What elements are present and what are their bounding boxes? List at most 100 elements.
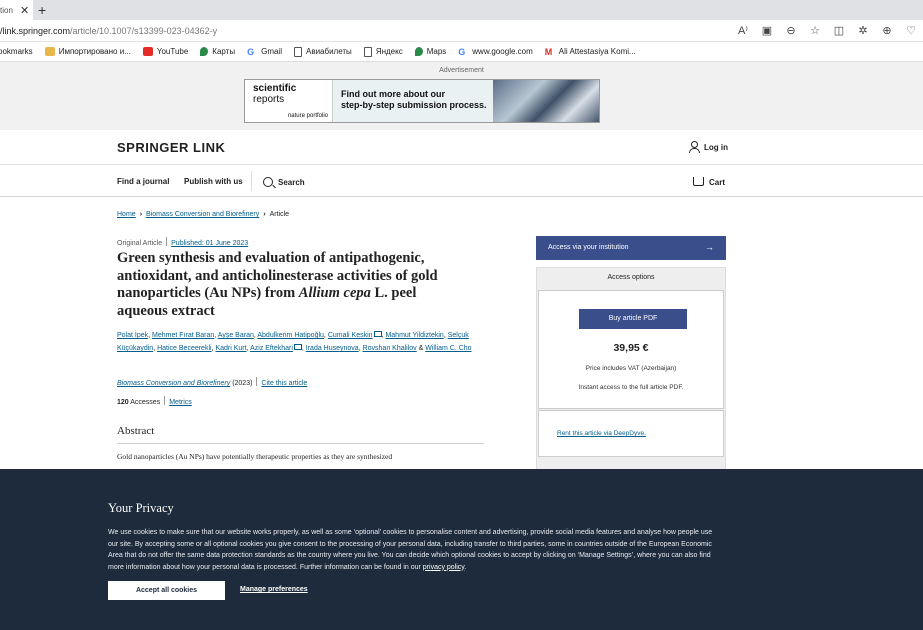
immersive-reader-icon[interactable]: ▣ [755, 22, 779, 40]
ad-label: Advertisement [439, 67, 484, 74]
url-text[interactable]: /link.springer.com/article/10.1007/s1339… [0, 26, 217, 36]
author-link[interactable]: Abdulkerim Hatipoğlu [257, 332, 324, 339]
author-link[interactable]: Hatice Beceerekli [157, 345, 211, 352]
privacy-heading: Your Privacy [108, 501, 174, 515]
author-list: Polat İpek, Mehmet Fırat Baran, Ayşe Bar… [117, 331, 472, 352]
gmail-icon: M [544, 46, 553, 57]
bookmark-item[interactable]: Авиабилеты [293, 46, 352, 57]
nav-divider [251, 171, 252, 191]
author-link[interactable]: Rovshan Khalilov [363, 345, 417, 352]
youtube-icon [142, 47, 153, 56]
abstract-divider [117, 443, 484, 444]
article-type: Original Article [117, 240, 163, 247]
publication-year: (2023) [232, 380, 253, 387]
chevron-right-icon: › [263, 211, 266, 218]
author-link[interactable]: Ayşe Baran [218, 332, 254, 339]
google-icon: G [247, 46, 255, 57]
access-options-panel: Access options Buy article PDF 39,95 € P… [536, 267, 726, 477]
cite-article-link[interactable]: Cite this article [261, 380, 307, 387]
login-link[interactable]: Log in [688, 141, 728, 153]
ad-headline: Find out more about our step-by-step sub… [333, 80, 493, 122]
author-link[interactable]: William C. Cho [425, 345, 471, 352]
ad-publisher: nature portfolio [287, 113, 328, 119]
springer-link-logo[interactable]: SPRINGER LINK [117, 140, 225, 155]
breadcrumb-journal[interactable]: Biomass Conversion and Biorefinery [146, 211, 259, 218]
article-meta: Original Article Published: 01 June 2023 [117, 237, 248, 247]
accesses-label: Accesses [130, 399, 161, 406]
bookmark-item[interactable]: Maps [414, 47, 447, 56]
buy-pdf-button[interactable]: Buy article PDF [579, 309, 687, 329]
bookmark-item[interactable]: Gwww.google.com [458, 47, 532, 57]
site-nav: Find a journal Publish with us Search Ca… [0, 165, 923, 197]
title-line3-pre: nanoparticles (Au NPs) from [117, 285, 299, 301]
privacy-body: We use cookies to make sure that our web… [108, 529, 713, 571]
bookmark-item[interactable]: Карты [200, 47, 235, 56]
ad-headline-line2: step-by-step submission process. [341, 100, 487, 110]
site-header: SPRINGER LINK Log in [0, 130, 923, 165]
journal-link[interactable]: Biomass Conversion and Biorefinery [117, 380, 230, 387]
cart-button[interactable]: Cart [693, 177, 725, 187]
instant-access-note: Instant access to the full article PDF. [578, 384, 684, 391]
folder-icon [44, 47, 55, 56]
new-tab-icon[interactable]: + [38, 2, 46, 18]
favorites-list-icon[interactable]: ✲ [851, 22, 875, 40]
author-link[interactable]: Irada Huseynova [306, 345, 359, 352]
bookmark-item[interactable]: YouTube [142, 47, 188, 56]
access-institution-button[interactable]: Access via your institution → [536, 236, 726, 260]
browser-tab-bar: tion ✕ + [0, 0, 923, 20]
author-link[interactable]: Aziz Eftekhari [250, 345, 293, 352]
email-icon[interactable] [293, 344, 302, 350]
browser-essentials-icon[interactable]: ♡ [899, 22, 923, 40]
browser-tab[interactable]: tion ✕ [0, 0, 33, 20]
ad-brand-line2: reports [253, 94, 285, 105]
collections-icon[interactable]: ⊕ [875, 22, 899, 40]
chevron-right-icon: › [139, 211, 143, 218]
author-link[interactable]: Kadri Kurt [215, 345, 246, 352]
accesses-count: 120 [117, 399, 129, 406]
published-date[interactable]: Published: 01 June 2023 [171, 240, 248, 247]
article-title: Green synthesis and evaluation of antipa… [117, 250, 487, 320]
author-link[interactable]: Mehmet Fırat Baran [152, 332, 214, 339]
rent-deepdyve-link[interactable]: Rent this article via DeepDyve. [557, 430, 646, 437]
address-bar[interactable]: /link.springer.com/article/10.1007/s1339… [0, 20, 923, 42]
manage-preferences-link[interactable]: Manage preferences [240, 586, 308, 593]
access-institution-label: Access via your institution [548, 244, 629, 251]
arrow-right-icon: → [705, 242, 714, 252]
bookmark-item[interactable]: M Ali Attestasiya Komi... [545, 47, 636, 57]
page-icon [363, 46, 372, 57]
split-screen-icon[interactable]: ◫ [827, 22, 851, 40]
email-icon[interactable] [373, 331, 382, 337]
breadcrumb: Home › Biomass Conversion and Biorefinery ›… [117, 211, 289, 218]
author-link[interactable]: Cumali Keskin [328, 332, 373, 339]
publish-link[interactable]: Publish with us [184, 177, 243, 186]
title-line1: Green synthesis and evaluation of antipa… [117, 250, 425, 266]
read-aloud-icon[interactable]: A⁾ [731, 22, 755, 40]
privacy-banner: Your Privacy We use cookies to make sure… [0, 469, 923, 630]
author-link[interactable]: Polat İpek [117, 332, 148, 339]
accept-all-cookies-button[interactable]: Accept all cookies [108, 581, 225, 600]
bookmark-item[interactable]: G Gmail [247, 47, 282, 57]
bookmark-label: Maps [426, 47, 447, 56]
title-species: Allium cepa [298, 285, 371, 301]
find-journal-link[interactable]: Find a journal [117, 177, 169, 186]
breadcrumb-home[interactable]: Home [117, 211, 136, 218]
abstract-heading: Abstract [117, 425, 155, 437]
ad-banner[interactable]: scientific reports nature portfolio Find… [244, 79, 600, 123]
metrics-link[interactable]: Metrics [169, 399, 192, 406]
bookmark-item[interactable]: ookmarks [0, 47, 33, 56]
ad-headline-line1: Find out more about our [341, 89, 445, 99]
privacy-policy-link[interactable]: privacy policy [423, 564, 465, 571]
bookmark-label: Авиабилеты [305, 47, 352, 56]
divider [166, 237, 168, 246]
favorite-star-icon[interactable]: ☆ [803, 22, 827, 40]
page-icon [293, 46, 302, 57]
zoom-icon[interactable]: ⊖ [779, 22, 803, 40]
bookmark-item[interactable]: Импортировано и... [44, 47, 131, 56]
bookmark-item[interactable]: Яндекс [363, 46, 403, 57]
url-host: /link.springer.com [0, 26, 71, 36]
close-tab-icon[interactable]: ✕ [20, 4, 29, 17]
author-link[interactable]: Mahmut Yildiztekin [385, 332, 443, 339]
user-icon [688, 141, 700, 153]
google-icon: G [458, 46, 466, 57]
search-button[interactable]: Search [263, 177, 305, 187]
